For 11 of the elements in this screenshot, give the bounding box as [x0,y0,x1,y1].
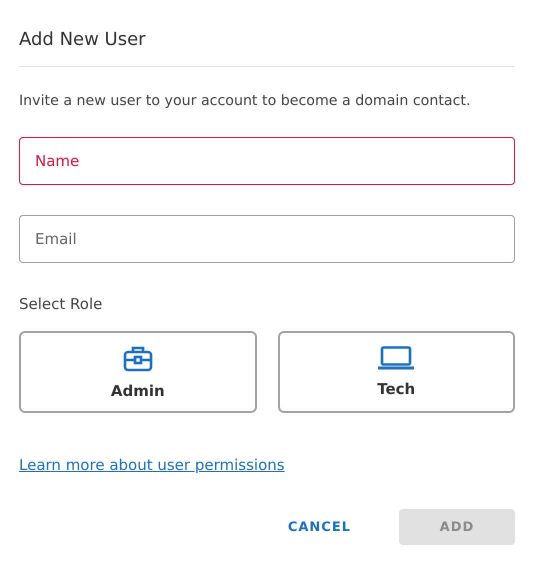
permissions-link[interactable]: Learn more about user permissions [19,456,285,474]
dialog-description: Invite a new user to your account to become a domain contact. [19,92,472,111]
role-option[interactable]: Admin [19,331,256,413]
cancel-button[interactable]: CANCEL [288,509,351,545]
dialog-title: Add New User [19,28,147,52]
role-label: Select Role [19,295,104,313]
briefcase-icon [122,344,153,372]
name-field[interactable]: Name [19,137,515,185]
laptop-icon [378,346,414,370]
role-option[interactable]: Tech [278,331,515,413]
email-field[interactable]: Email [19,215,515,263]
